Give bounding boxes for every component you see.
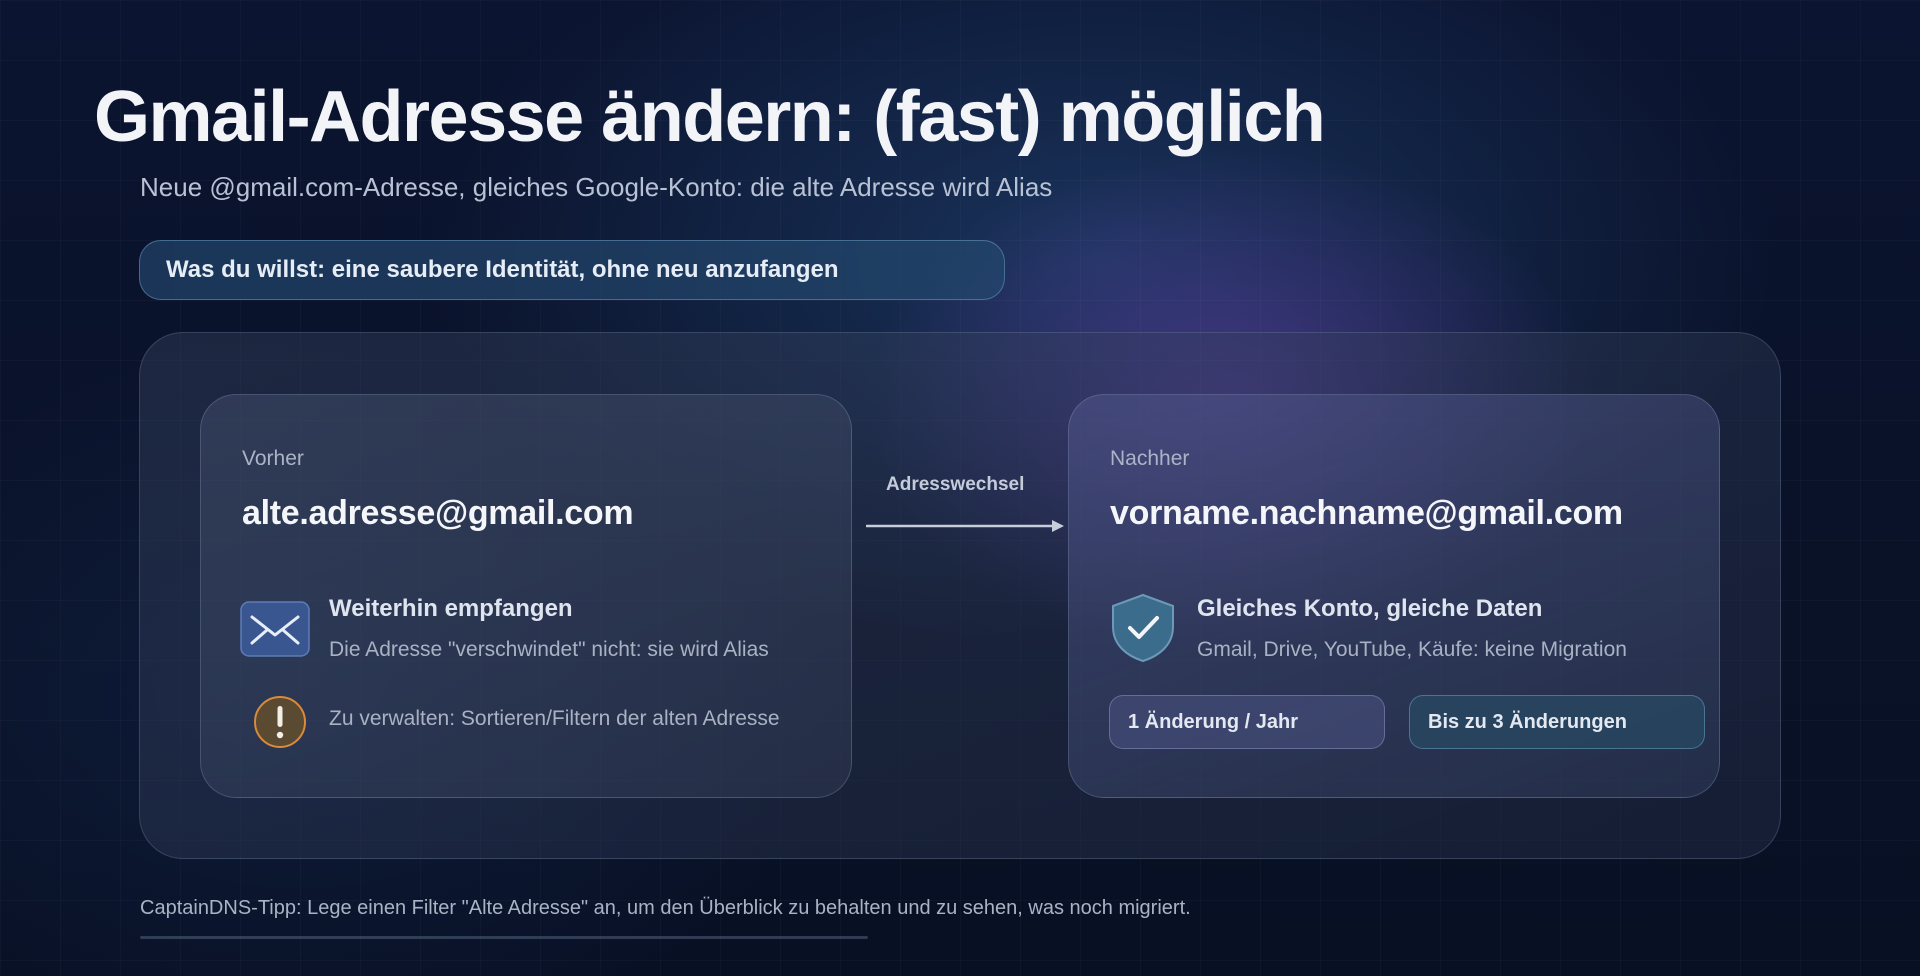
after-email: vorname.nachname@gmail.com bbox=[1110, 494, 1623, 532]
arrow-right-icon bbox=[866, 520, 1064, 532]
transition-label: Adresswechsel bbox=[886, 474, 1025, 495]
badge-label: Bis zu 3 Änderungen bbox=[1428, 710, 1627, 733]
after-feature-title: Gleiches Konto, gleiche Daten bbox=[1197, 595, 1543, 622]
shield-check-icon bbox=[1112, 593, 1174, 663]
badge-label: 1 Änderung / Jahr bbox=[1128, 710, 1299, 733]
tip-underline bbox=[140, 936, 868, 939]
goal-pill: Was du willst: eine saubere Identität, o… bbox=[139, 240, 1005, 300]
page-title: Gmail-Adresse ändern: (fast) möglich bbox=[94, 77, 1326, 157]
before-feature-title: Weiterhin empfangen bbox=[329, 595, 573, 622]
after-feature-desc: Gmail, Drive, YouTube, Käufe: keine Migr… bbox=[1197, 638, 1627, 661]
tip-text: CaptainDNS-Tipp: Lege einen Filter "Alte… bbox=[140, 897, 1191, 919]
badge-changes-per-year: 1 Änderung / Jahr bbox=[1109, 695, 1385, 749]
before-card: Vorher alte.adresse@gmail.com Weiterhin … bbox=[200, 394, 852, 798]
before-label: Vorher bbox=[242, 447, 304, 470]
before-email: alte.adresse@gmail.com bbox=[242, 494, 634, 532]
exclamation-icon bbox=[254, 696, 306, 748]
before-warning-text: Zu verwalten: Sortieren/Filtern der alte… bbox=[329, 707, 780, 730]
goal-text: Was du willst: eine saubere Identität, o… bbox=[166, 256, 839, 283]
envelope-icon bbox=[240, 601, 310, 657]
page-subtitle: Neue @gmail.com-Adresse, gleiches Google… bbox=[140, 172, 1053, 202]
badge-max-changes: Bis zu 3 Änderungen bbox=[1409, 695, 1705, 749]
after-card: Nachher vorname.nachname@gmail.com Gleic… bbox=[1068, 394, 1720, 798]
before-feature-desc: Die Adresse "verschwindet" nicht: sie wi… bbox=[329, 638, 769, 661]
after-label: Nachher bbox=[1110, 447, 1190, 470]
